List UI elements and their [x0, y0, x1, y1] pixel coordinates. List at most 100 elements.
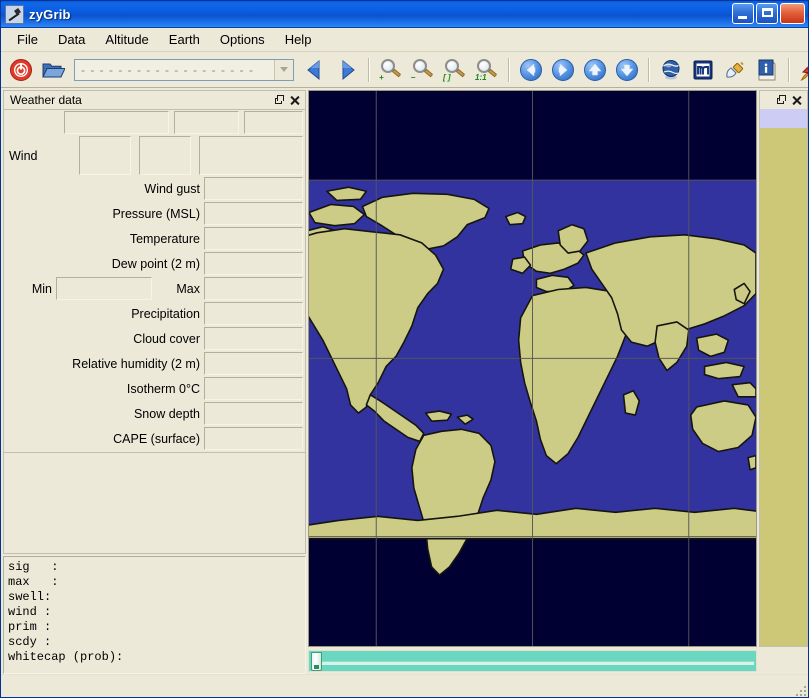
row-temperature-label: Temperature	[6, 227, 204, 250]
menu-altitude[interactable]: Altitude	[95, 29, 158, 50]
toolbar: - - - - - - - - - - - - - - - - - - -	[1, 52, 808, 88]
menu-help[interactable]: Help	[275, 29, 322, 50]
world-map	[309, 91, 756, 646]
toolbar-separator	[508, 58, 510, 82]
minimize-button[interactable]	[732, 3, 754, 24]
position-field-3[interactable]	[244, 111, 303, 134]
min-field[interactable]	[56, 277, 152, 300]
chevron-down-icon[interactable]	[274, 60, 293, 80]
open-folder-icon	[41, 58, 65, 82]
pan-up-button[interactable]	[580, 55, 610, 85]
pan-left-button[interactable]	[516, 55, 546, 85]
wave-line-scdy: scdy :	[8, 635, 305, 650]
wave-line-sig: sig :	[8, 560, 305, 575]
row-snow-depth: Snow depth	[4, 402, 305, 425]
close-panel-icon[interactable]	[790, 93, 804, 107]
previous-file-button[interactable]	[300, 55, 330, 85]
zoom-out-button[interactable]: –	[408, 55, 438, 85]
menu-earth[interactable]: Earth	[159, 29, 210, 50]
row-wind: Wind	[4, 136, 305, 175]
map-row	[308, 90, 808, 647]
row-snow-depth-label: Snow depth	[6, 402, 204, 425]
wave-line-swell: swell:	[8, 590, 305, 605]
map-canvas[interactable]	[308, 90, 757, 647]
row-precipitation-label: Precipitation	[6, 302, 204, 325]
right-dock-title-bar	[759, 90, 808, 109]
file-combo-box[interactable]: - - - - - - - - - - - - - - - - - - -	[74, 59, 294, 81]
application-window: zyGrib File Data Altitude Earth Options …	[0, 0, 809, 698]
zoom-in-button[interactable]: +	[376, 55, 406, 85]
close-button[interactable]	[780, 3, 805, 24]
time-slider-row	[308, 647, 808, 674]
zoom-actual-size-button[interactable]: 1:1	[472, 55, 502, 85]
row-max-label: Max	[152, 277, 204, 300]
meteo-table-icon	[691, 58, 715, 82]
pan-down-button[interactable]	[612, 55, 642, 85]
toolbar-separator	[648, 58, 650, 82]
precipitation-field[interactable]	[204, 302, 303, 325]
resize-grip-icon[interactable]	[792, 682, 806, 696]
position-field-2[interactable]	[174, 111, 239, 134]
isotherm-field[interactable]	[204, 377, 303, 400]
menu-bar: File Data Altitude Earth Options Help	[1, 28, 808, 52]
zoom-fit-icon: [ ]	[443, 58, 467, 82]
row-cape-label: CAPE (surface)	[6, 427, 204, 450]
time-slider-handle[interactable]	[311, 652, 322, 671]
temperature-field[interactable]	[204, 227, 303, 250]
previous-triangle-icon	[303, 58, 327, 82]
close-panel-icon[interactable]	[288, 93, 302, 107]
plug-connector-button[interactable]	[720, 55, 750, 85]
info-document-icon	[755, 58, 779, 82]
float-panel-icon[interactable]	[272, 93, 286, 107]
wave-data-text: sig : max : swell: wind : prim : scdy : …	[3, 556, 306, 674]
position-field-1[interactable]	[64, 111, 169, 134]
main-area: Weather data Wind	[1, 88, 808, 674]
info-button[interactable]	[752, 55, 782, 85]
zoom-out-icon: –	[411, 58, 435, 82]
toolbar-separator	[788, 58, 790, 82]
maximize-button[interactable]	[756, 3, 778, 24]
menu-options[interactable]: Options	[210, 29, 275, 50]
row-temperature: Temperature	[4, 227, 305, 250]
row-relative-humidity: Relative humidity (2 m)	[4, 352, 305, 375]
globe-button[interactable]	[656, 55, 686, 85]
window-controls	[732, 3, 805, 24]
rocket-icon	[799, 58, 808, 82]
max-field[interactable]	[204, 277, 303, 300]
pressure-field[interactable]	[204, 202, 303, 225]
map-grid-lines	[309, 91, 756, 646]
quit-button[interactable]	[6, 55, 36, 85]
wind-field-2[interactable]	[139, 136, 191, 175]
meteo-table-button[interactable]	[688, 55, 718, 85]
dew-point-field[interactable]	[204, 252, 303, 275]
toolbar-separator	[368, 58, 370, 82]
wave-line-wind: wind :	[8, 605, 305, 620]
wind-field-1[interactable]	[79, 136, 131, 175]
pan-right-button[interactable]	[548, 55, 578, 85]
weather-data-title: Weather data	[10, 93, 270, 107]
row-dew-point-label: Dew point (2 m)	[6, 252, 204, 275]
time-slider[interactable]	[308, 650, 757, 672]
row-position	[4, 111, 305, 134]
snow-depth-field[interactable]	[204, 402, 303, 425]
menu-file[interactable]: File	[7, 29, 48, 50]
zoom-fit-button[interactable]: [ ]	[440, 55, 470, 85]
float-panel-icon[interactable]	[774, 93, 788, 107]
next-file-button[interactable]	[332, 55, 362, 85]
arrow-left-icon	[519, 58, 543, 82]
power-off-icon	[9, 58, 33, 82]
cloud-cover-field[interactable]	[204, 327, 303, 350]
cape-field[interactable]	[204, 427, 303, 450]
wind-field-3[interactable]	[199, 136, 303, 175]
right-dock	[759, 90, 808, 647]
wind-gust-field[interactable]	[204, 177, 303, 200]
open-file-button[interactable]	[38, 55, 68, 85]
zoom-fit-badge: [ ]	[443, 74, 451, 82]
relative-humidity-field[interactable]	[204, 352, 303, 375]
weather-data-title-bar: Weather data	[3, 90, 306, 109]
menu-data[interactable]: Data	[48, 29, 95, 50]
row-position-label	[6, 111, 64, 134]
rocket-button[interactable]	[796, 55, 808, 85]
row-pressure-label: Pressure (MSL)	[6, 202, 204, 225]
arrow-down-icon	[615, 58, 639, 82]
